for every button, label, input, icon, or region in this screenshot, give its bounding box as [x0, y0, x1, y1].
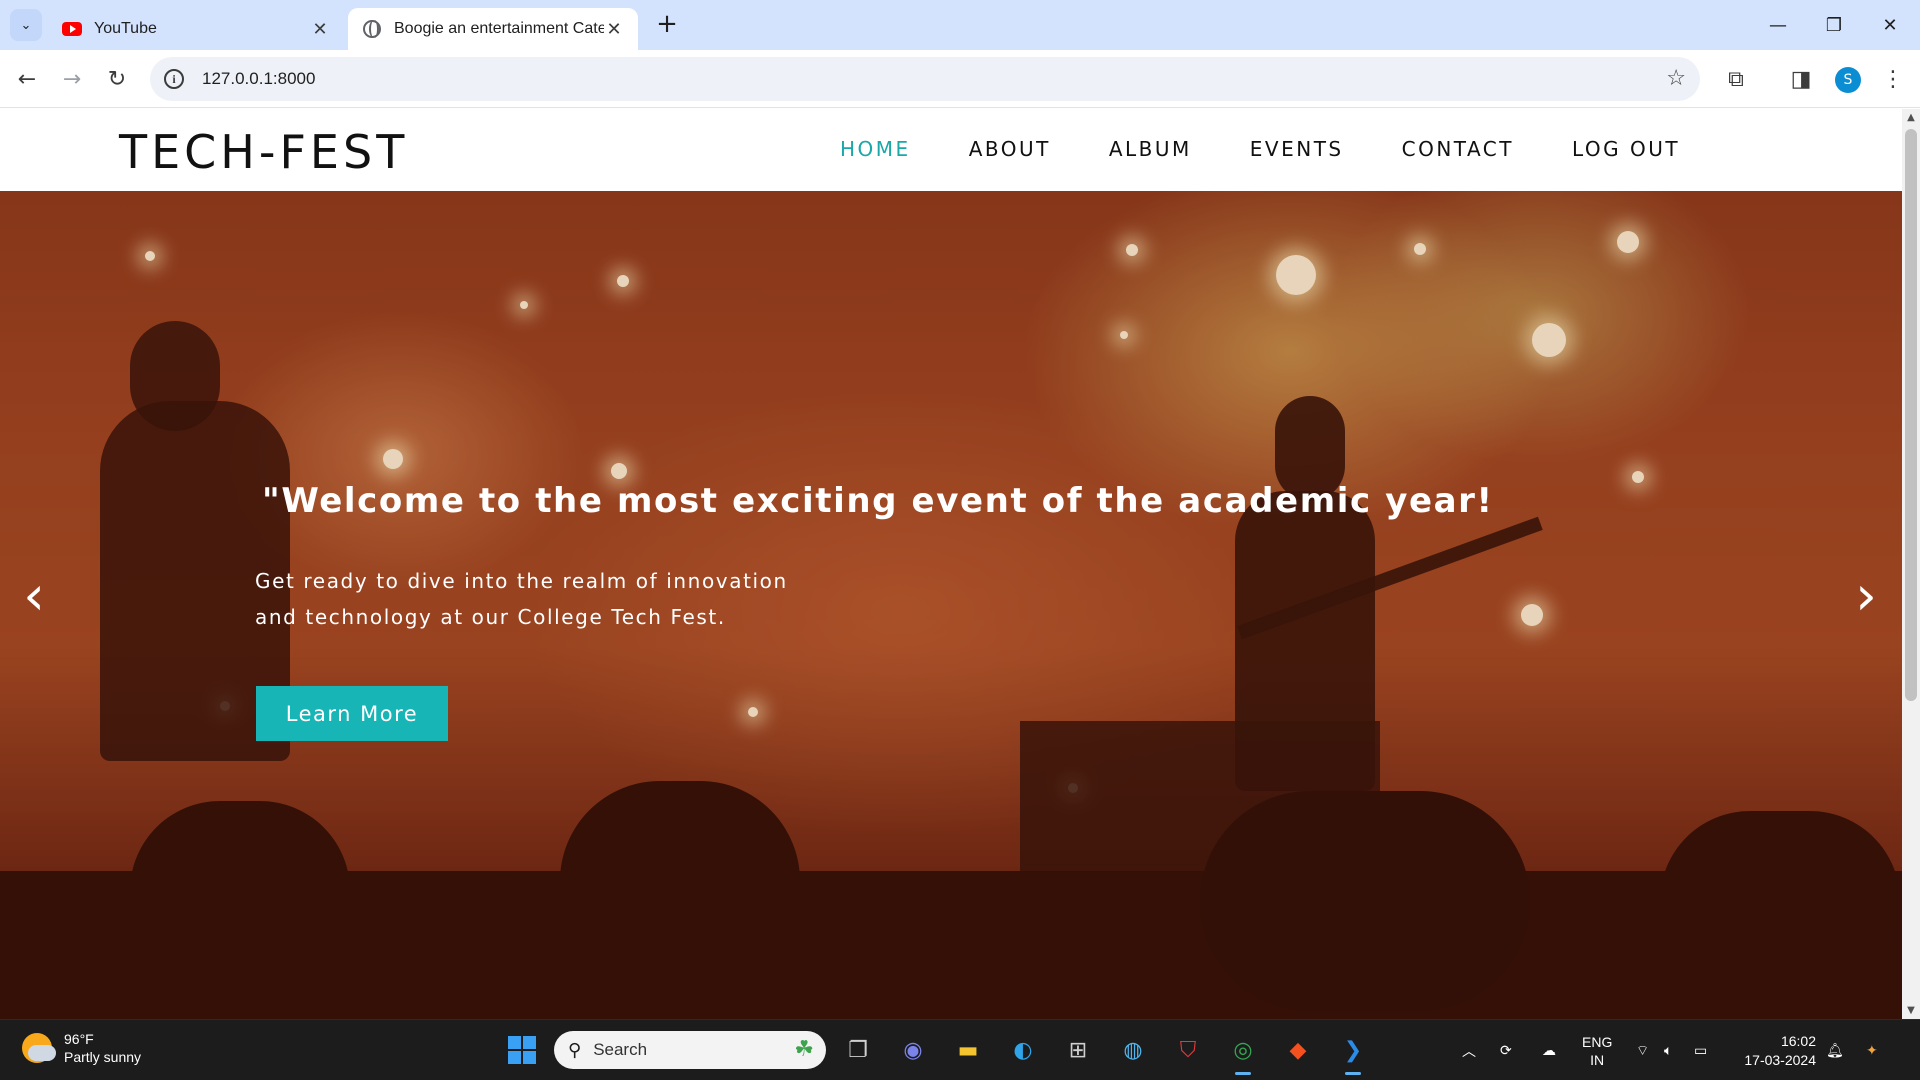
taskbar-clock[interactable]: 16:02 17-03-2024 — [1736, 1032, 1816, 1070]
side-panel-icon[interactable]: ◨ — [1788, 66, 1814, 92]
arrow-right-icon: → — [62, 66, 82, 92]
menu-dots-icon[interactable]: ⋮ — [1880, 66, 1906, 92]
close-icon[interactable]: ✕ — [310, 19, 330, 40]
weather-temp: 96°F — [64, 1031, 94, 1047]
notification-bell-icon[interactable]: 🔔︎ — [1826, 1020, 1844, 1080]
tab-title: YouTube — [94, 20, 157, 37]
chevron-right-icon[interactable]: › — [1846, 566, 1886, 626]
nav-home[interactable]: HOME — [840, 137, 911, 161]
forward-button[interactable]: → — [56, 63, 88, 95]
search-icon: ⚲ — [568, 1039, 582, 1061]
tab-title: Boogie an entertainment Categ — [394, 20, 604, 37]
task-view-icon[interactable]: ❐ — [840, 1032, 876, 1068]
clover-icon: ☘ — [794, 1037, 814, 1062]
address-url[interactable]: 127.0.0.1:8000 — [202, 69, 315, 89]
battery-icon[interactable]: ▭ — [1694, 1020, 1707, 1080]
tab-youtube[interactable]: YouTube ✕ — [48, 8, 344, 50]
reload-button[interactable]: ↻ — [101, 63, 133, 95]
hero-subtitle-line1: Get ready to dive into the realm of inno… — [255, 569, 788, 593]
window-close-button[interactable]: ✕ — [1862, 0, 1918, 50]
taskbar-search-label: Search — [593, 1040, 648, 1059]
site-info-icon[interactable]: i — [164, 69, 184, 89]
edge-icon[interactable]: ◐ — [1005, 1032, 1041, 1068]
back-button[interactable]: ← — [11, 63, 43, 95]
windows-logo-icon — [508, 1036, 536, 1064]
page-scrollbar[interactable]: ▲ ▼ — [1902, 109, 1920, 1019]
copilot-icon[interactable]: ✦ — [1866, 1020, 1878, 1080]
globe-icon — [362, 19, 382, 39]
volume-icon[interactable]: 🔈︎ — [1664, 1020, 1672, 1080]
nav-logout[interactable]: LOG OUT — [1572, 137, 1680, 161]
youtube-icon — [62, 19, 82, 39]
learn-more-button[interactable]: Learn More — [256, 686, 448, 741]
start-button[interactable] — [504, 1032, 540, 1068]
chrome-icon[interactable]: ◎ — [1225, 1032, 1261, 1075]
scrollbar-thumb[interactable] — [1905, 129, 1917, 701]
extensions-icon[interactable]: ⧉ — [1723, 66, 1749, 92]
page-viewport: TECH-FEST HOME ABOUT ALBUM EVENTS CONTAC… — [0, 109, 1902, 1019]
file-explorer-icon[interactable]: ▬ — [950, 1032, 986, 1068]
address-bar[interactable]: i 127.0.0.1:8000 ☆ — [150, 57, 1700, 101]
lang-line2: IN — [1590, 1051, 1605, 1068]
profile-avatar[interactable]: S — [1835, 67, 1861, 93]
git-icon[interactable]: ◆ — [1280, 1032, 1316, 1068]
nav-contact[interactable]: CONTACT — [1402, 137, 1514, 161]
tab-search-button[interactable]: ⌄ — [10, 9, 42, 41]
sync-icon[interactable]: ⟳ — [1500, 1020, 1512, 1080]
store-icon[interactable]: ⊞ — [1060, 1032, 1096, 1068]
vscode-icon[interactable]: ❯ — [1335, 1032, 1371, 1075]
lang-line1: ENG — [1582, 1033, 1613, 1050]
scroll-down-icon[interactable]: ▼ — [1905, 1005, 1917, 1016]
browser-toolbar: ← → ↻ i 127.0.0.1:8000 ☆ ⧉ ◨ ⋮ — [0, 50, 1920, 108]
weather-widget[interactable]: 96°F Partly sunny — [22, 1030, 141, 1066]
arrow-left-icon: ← — [17, 66, 37, 92]
nav-about[interactable]: ABOUT — [969, 137, 1051, 161]
partly-sunny-icon — [22, 1033, 56, 1063]
minimize-button[interactable]: — — [1750, 0, 1806, 50]
teams-chat-icon[interactable]: ◉ — [895, 1032, 931, 1068]
hero-subtitle: Get ready to dive into the realm of inno… — [255, 563, 875, 635]
chevron-left-icon[interactable]: ‹ — [14, 566, 54, 626]
browser-tab-strip: ⌄ YouTube ✕ Boogie an entertainment Cate… — [0, 0, 1920, 50]
bookmark-star-icon[interactable]: ☆ — [1666, 66, 1686, 91]
site-nav: HOME ABOUT ALBUM EVENTS CONTACT LOG OUT — [840, 137, 1738, 161]
nav-events[interactable]: EVENTS — [1250, 137, 1344, 161]
mcafee-icon[interactable]: ⛉ — [1170, 1032, 1206, 1068]
site-brand[interactable]: TECH-FEST — [119, 125, 408, 179]
site-header: TECH-FEST HOME ABOUT ALBUM EVENTS CONTAC… — [0, 109, 1902, 191]
app-icon[interactable]: ◍ — [1115, 1032, 1151, 1068]
tray-overflow-icon[interactable]: ︿ — [1462, 1020, 1476, 1080]
language-indicator[interactable]: ENG IN — [1582, 1020, 1612, 1080]
hero-subtitle-line2: and technology at our College Tech Fest. — [255, 605, 726, 629]
wifi-icon[interactable]: ⌔ — [1636, 1020, 1649, 1080]
chevron-down-icon: ⌄ — [20, 17, 32, 33]
scroll-up-icon[interactable]: ▲ — [1905, 112, 1917, 123]
hero-carousel: "Welcome to the most exciting event of t… — [0, 191, 1902, 1019]
windows-taskbar: 96°F Partly sunny ⚲ Search ☘ ❐ ◉ ▬ ◐ ⊞ ◍… — [0, 1019, 1920, 1080]
nav-album[interactable]: ALBUM — [1109, 137, 1192, 161]
clock-date: 17-03-2024 — [1744, 1052, 1816, 1068]
clock-time: 16:02 — [1780, 1033, 1816, 1049]
restore-button[interactable]: ❐ — [1806, 0, 1862, 50]
taskbar-search[interactable]: ⚲ Search ☘ — [554, 1031, 826, 1069]
new-tab-button[interactable]: + — [652, 10, 682, 40]
close-icon[interactable]: ✕ — [604, 19, 624, 40]
reload-icon: ↻ — [107, 66, 127, 92]
tab-techfest[interactable]: Boogie an entertainment Categ ✕ — [348, 8, 638, 50]
hero-title: "Welcome to the most exciting event of t… — [262, 481, 1494, 521]
weather-desc: Partly sunny — [64, 1049, 142, 1065]
onedrive-icon[interactable]: ☁ — [1542, 1020, 1556, 1080]
